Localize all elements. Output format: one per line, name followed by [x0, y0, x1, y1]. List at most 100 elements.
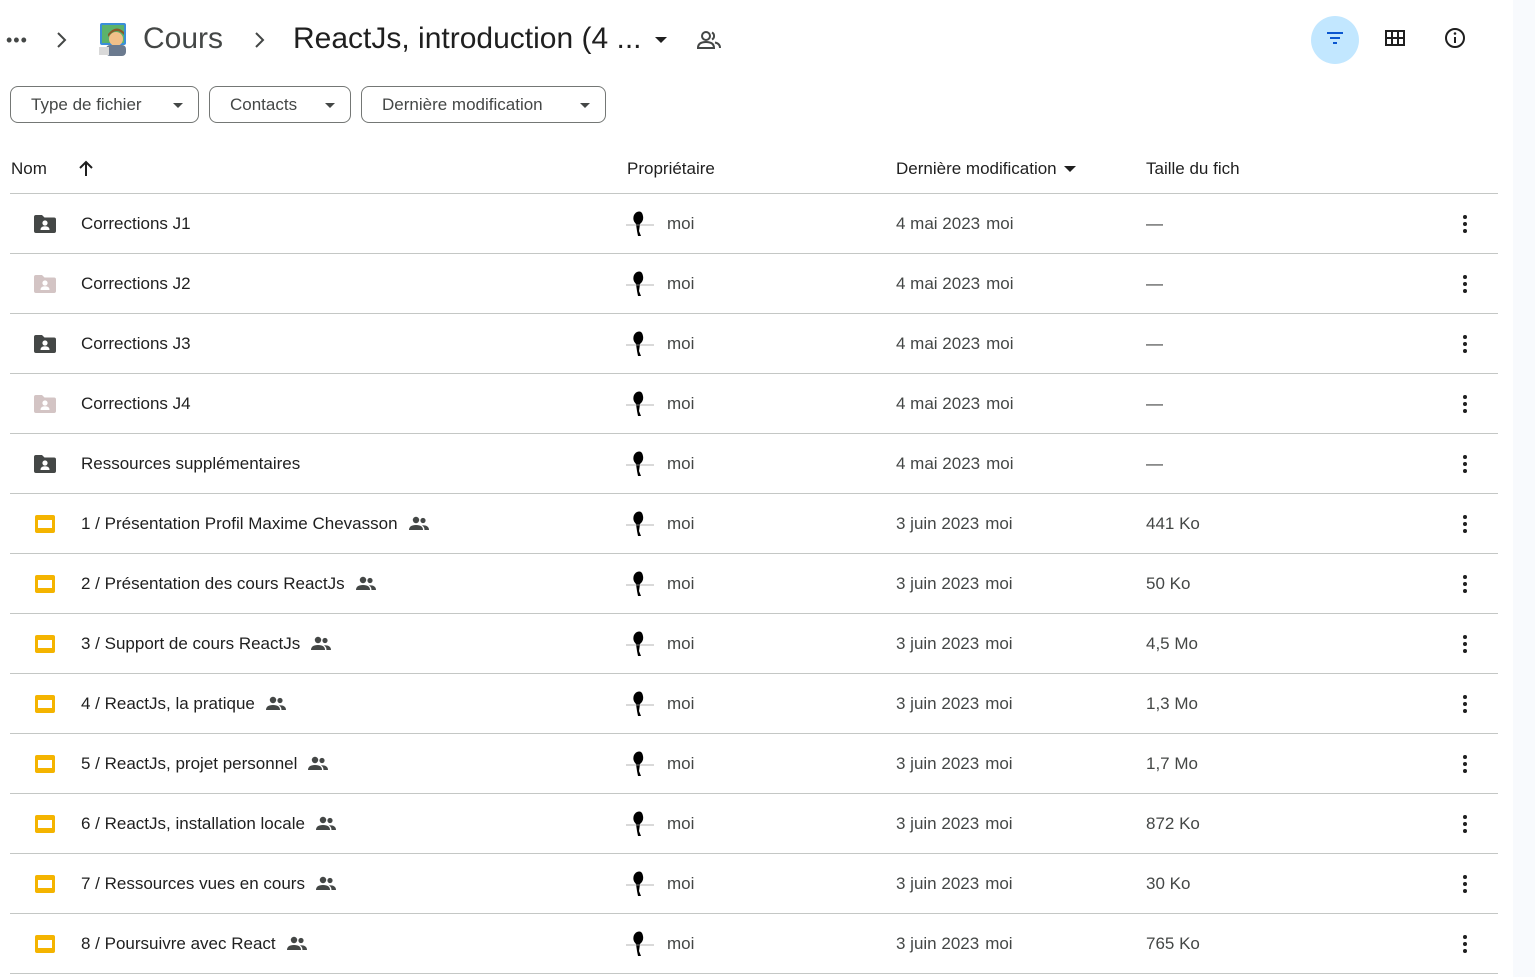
last-modified: 3 juin 2023 moi [896, 573, 1013, 595]
file-name[interactable]: Corrections J3 [81, 333, 191, 355]
more-actions-icon[interactable] [1452, 510, 1478, 538]
last-modified: 3 juin 2023 moi [896, 693, 1013, 715]
grid-view-button[interactable] [1371, 16, 1419, 64]
chip-label: Contacts [230, 94, 298, 114]
file-name[interactable]: 6 / ReactJs, installation locale [81, 813, 337, 835]
filter-chip-last-modified[interactable]: Dernière modification [361, 86, 606, 123]
table-row[interactable]: 4 / ReactJs, la pratique moi 3 juin 2023 mo… [10, 674, 1498, 734]
owner-avatar [624, 808, 656, 840]
shared-people-icon [315, 815, 337, 833]
file-name[interactable]: Ressources supplémentaires [81, 453, 300, 475]
modified-date: 3 juin 2023 [896, 514, 980, 533]
filter-chip-file-type[interactable]: Type de fichier [10, 86, 199, 123]
table-row[interactable]: Ressources supplémentaires moi 4 mai 2023 m… [10, 434, 1498, 494]
modified-date: 3 juin 2023 [896, 814, 980, 833]
file-name[interactable]: 1 / Présentation Profil Maxime Chevasson [81, 513, 430, 535]
column-header-size[interactable]: Taille du fich [1146, 158, 1240, 180]
more-actions-icon[interactable] [1452, 210, 1478, 238]
table-row[interactable]: 5 / ReactJs, projet personnel moi 3 juin 2… [10, 734, 1498, 794]
column-header-owner[interactable]: Propriétaire [627, 158, 715, 180]
more-actions-icon[interactable] [1452, 930, 1478, 958]
table-row[interactable]: Corrections J2 moi 4 mai 2023 moi — [10, 254, 1498, 314]
more-actions-icon[interactable] [1452, 450, 1478, 478]
shared-people-icon [355, 575, 377, 593]
more-actions-icon[interactable] [1452, 270, 1478, 298]
more-actions-icon[interactable] [1452, 570, 1478, 598]
last-modified: 4 mai 2023 moi [896, 273, 1014, 295]
breadcrumb-current-folder[interactable]: ReactJs, introduction (4 ... [293, 19, 642, 59]
filter-icon [1323, 26, 1347, 55]
owner-name: moi [667, 814, 695, 833]
more-actions-icon[interactable] [1452, 390, 1478, 418]
shared-folder-people-icon [696, 28, 722, 52]
column-header-modified-wrapper[interactable]: Dernière modification [896, 158, 1077, 180]
filter-button[interactable] [1311, 16, 1359, 64]
more-actions-icon[interactable] [1452, 870, 1478, 898]
file-name[interactable]: Corrections J1 [81, 213, 191, 235]
file-name[interactable]: 8 / Poursuivre avec React [81, 933, 308, 955]
file-name-text: 5 / ReactJs, projet personnel [81, 754, 298, 773]
file-name[interactable]: 7 / Ressources vues en cours [81, 873, 337, 895]
owner-avatar [624, 748, 656, 780]
file-size: — [1146, 394, 1163, 413]
file-name[interactable]: 4 / ReactJs, la pratique [81, 693, 287, 715]
owner-name: moi [667, 574, 695, 593]
shared-people-icon [265, 695, 287, 713]
file-list: Corrections J1 moi 4 mai 2023 moi — Correctio… [10, 194, 1498, 974]
google-slides-icon [32, 932, 58, 956]
filter-chip-contacts[interactable]: Contacts [209, 86, 351, 123]
file-name-text: 7 / Ressources vues en cours [81, 874, 305, 893]
sort-ascending-arrow-icon[interactable] [76, 158, 96, 180]
modified-by: moi [986, 394, 1014, 413]
owner-avatar [624, 568, 656, 600]
last-modified: 3 juin 2023 moi [896, 513, 1013, 535]
file-name[interactable]: Corrections J4 [81, 393, 191, 415]
more-actions-icon[interactable] [1452, 810, 1478, 838]
shared-folder-icon [32, 332, 58, 356]
file-name[interactable]: 2 / Présentation des cours ReactJs [81, 573, 377, 595]
file-size: 50 Ko [1146, 574, 1191, 593]
last-modified: 4 mai 2023 moi [896, 453, 1014, 475]
column-header-name[interactable]: Nom [11, 158, 47, 180]
grid-view-icon [1383, 26, 1407, 55]
caret-down-icon[interactable] [650, 30, 672, 50]
table-row[interactable]: 8 / Poursuivre avec React moi 3 juin 2023 m… [10, 914, 1498, 974]
file-size: 1,3 Mo [1146, 694, 1198, 713]
owner-name: moi [667, 754, 695, 773]
file-size: — [1146, 454, 1163, 473]
chip-label: Type de fichier [31, 94, 142, 114]
last-modified: 3 juin 2023 moi [896, 633, 1013, 655]
table-row[interactable]: 2 / Présentation des cours ReactJs moi 3 j… [10, 554, 1498, 614]
file-name[interactable]: Corrections J2 [81, 273, 191, 295]
folder-emoji-icon [97, 20, 135, 58]
more-path-button[interactable]: ••• [6, 28, 30, 52]
more-actions-icon[interactable] [1452, 750, 1478, 778]
more-actions-icon[interactable] [1452, 330, 1478, 358]
owner-name: moi [667, 634, 695, 653]
table-row[interactable]: Corrections J3 moi 4 mai 2023 moi — [10, 314, 1498, 374]
shared-people-icon [408, 515, 430, 533]
caret-down-icon [325, 103, 335, 108]
owner-name: moi [667, 274, 695, 293]
info-button[interactable] [1431, 16, 1479, 64]
shared-folder-icon [32, 392, 58, 416]
breadcrumb-parent[interactable]: Cours [143, 19, 223, 59]
table-row[interactable]: Corrections J1 moi 4 mai 2023 moi — [10, 194, 1498, 254]
breadcrumb: ••• Cours ReactJs, introduction (4 ... [0, 0, 1510, 80]
file-size: 872 Ko [1146, 814, 1200, 833]
last-modified: 4 mai 2023 moi [896, 213, 1014, 235]
file-name[interactable]: 3 / Support de cours ReactJs [81, 633, 332, 655]
modified-by: moi [986, 214, 1014, 233]
owner-name: moi [667, 694, 695, 713]
more-actions-icon[interactable] [1452, 630, 1478, 658]
table-row[interactable]: 7 / Ressources vues en cours moi 3 juin 20… [10, 854, 1498, 914]
table-row[interactable]: 1 / Présentation Profil Maxime Chevasson… [10, 494, 1498, 554]
table-row[interactable]: 3 / Support de cours ReactJs moi 3 juin 20… [10, 614, 1498, 674]
file-size: 441 Ko [1146, 514, 1200, 533]
table-row[interactable]: Corrections J4 moi 4 mai 2023 moi — [10, 374, 1498, 434]
more-actions-icon[interactable] [1452, 690, 1478, 718]
file-name[interactable]: 5 / ReactJs, projet personnel [81, 753, 329, 775]
table-row[interactable]: 6 / ReactJs, installation locale moi 3 jui… [10, 794, 1498, 854]
modified-by: moi [986, 274, 1014, 293]
modified-date: 3 juin 2023 [896, 574, 980, 593]
